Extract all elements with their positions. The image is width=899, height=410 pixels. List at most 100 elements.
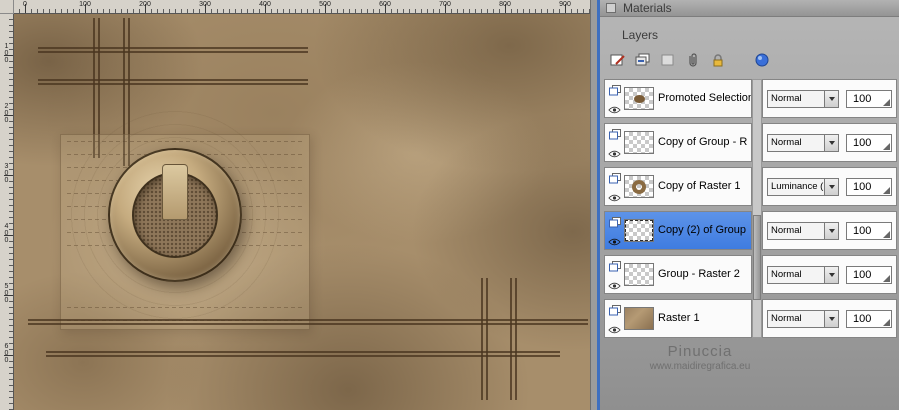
- layer-thumbnail[interactable]: [624, 131, 654, 154]
- ruler-label: 500: [319, 1, 331, 8]
- slider-corner-icon[interactable]: [883, 186, 890, 194]
- layer-thumbnail[interactable]: [624, 175, 654, 198]
- materials-panel-icon: [606, 3, 616, 13]
- layers-panel-header[interactable]: Layers: [600, 26, 899, 43]
- opacity-field[interactable]: 100: [846, 133, 892, 152]
- layer-pages-icon: [608, 83, 621, 101]
- horizontal-ruler: 0 100 200 300 400 500 600 700 800 900: [14, 0, 590, 14]
- layers-toolbar: [600, 47, 899, 73]
- edit-selection-icon[interactable]: [752, 51, 772, 69]
- guide-line-horizontal: [38, 51, 308, 53]
- visibility-eye-icon[interactable]: [608, 101, 621, 119]
- link-layers-icon[interactable]: [683, 51, 703, 69]
- dock-splitter[interactable]: [590, 0, 600, 410]
- vertical-ruler: 100 200 300 400 500 600: [0, 14, 14, 410]
- blend-mode-select[interactable]: Normal: [767, 309, 839, 328]
- slider-corner-icon[interactable]: [883, 142, 890, 150]
- visibility-eye-icon[interactable]: [608, 321, 621, 339]
- ruler-label: 400: [3, 223, 10, 244]
- ruler-label: 300: [3, 163, 10, 184]
- blend-mode-value: Normal: [771, 224, 802, 236]
- blend-mode-value: Normal: [771, 136, 802, 148]
- materials-title: Materials: [623, 1, 672, 15]
- app-window: 0 100 200 300 400 500 600 700 800 900 10…: [0, 0, 899, 410]
- layer-pages-icon: [608, 127, 621, 145]
- opacity-value: 100: [853, 224, 872, 237]
- blend-mode-value: Luminance (L): [771, 180, 824, 192]
- opacity-value: 100: [853, 136, 872, 149]
- layer-thumbnail[interactable]: [624, 219, 654, 242]
- chevron-down-icon[interactable]: [824, 178, 838, 195]
- guide-line-horizontal: [38, 47, 308, 49]
- ruler-label: 200: [139, 1, 151, 8]
- chevron-down-icon[interactable]: [824, 266, 838, 283]
- opacity-field[interactable]: 100: [846, 221, 892, 240]
- visibility-eye-icon[interactable]: [608, 189, 621, 207]
- ruler-label: 900: [559, 1, 571, 8]
- visibility-eye-icon[interactable]: [608, 145, 621, 163]
- ruler-label: 300: [199, 1, 211, 8]
- ring-notch: [162, 164, 188, 220]
- layers-list: Promoted Selection Normal 100 Copy of Gr…: [600, 79, 899, 338]
- ruler-label: 0: [23, 1, 27, 8]
- guide-line-vertical: [510, 278, 512, 400]
- chevron-down-icon[interactable]: [824, 222, 838, 239]
- blend-mode-value: Normal: [771, 312, 802, 324]
- slider-corner-icon[interactable]: [883, 318, 890, 326]
- chevron-down-icon[interactable]: [824, 134, 838, 151]
- ruler-label: 400: [259, 1, 271, 8]
- layer-thumbnail[interactable]: [624, 263, 654, 286]
- layers-title: Layers: [622, 27, 659, 42]
- ring-graphic: [108, 148, 242, 282]
- watermark-name: Pinuccia: [667, 343, 733, 360]
- opacity-field[interactable]: 100: [846, 89, 892, 108]
- ruler-label: 700: [439, 1, 451, 8]
- visibility-eye-icon[interactable]: [608, 277, 621, 295]
- chevron-down-icon[interactable]: [824, 310, 838, 327]
- slider-corner-icon[interactable]: [883, 98, 890, 106]
- layer-name: Raster 1: [658, 312, 700, 324]
- layer-pages-icon: [608, 171, 621, 189]
- layer-thumbnail[interactable]: [624, 87, 654, 110]
- opacity-field[interactable]: 100: [846, 265, 892, 284]
- slider-corner-icon[interactable]: [883, 274, 890, 282]
- ruler-label: 600: [379, 1, 391, 8]
- guide-line-horizontal: [28, 323, 588, 325]
- opacity-field[interactable]: 100: [846, 177, 892, 196]
- lock-transparency-icon[interactable]: [708, 51, 728, 69]
- blend-mode-value: Normal: [771, 92, 802, 104]
- blend-mode-select[interactable]: Normal: [767, 221, 839, 240]
- materials-panel-header[interactable]: Materials: [600, 0, 899, 17]
- watermark-url: www.maidiregrafica.eu: [649, 361, 751, 372]
- visibility-eye-icon[interactable]: [608, 233, 621, 251]
- opacity-value: 100: [853, 180, 872, 193]
- layer-name: Copy of Raster 1: [658, 180, 741, 192]
- image-canvas[interactable]: [14, 14, 590, 410]
- duplicate-layer-icon[interactable]: [633, 51, 653, 69]
- layers-scrollbar[interactable]: [752, 79, 762, 338]
- opacity-field[interactable]: 100: [846, 309, 892, 328]
- layer-pages-icon: [608, 215, 621, 233]
- slider-corner-icon[interactable]: [883, 230, 890, 238]
- layer-thumbnail[interactable]: [624, 307, 654, 330]
- ruler-label: 500: [3, 283, 10, 304]
- blend-mode-select[interactable]: Normal: [767, 265, 839, 284]
- guide-line-horizontal: [38, 83, 308, 85]
- blend-mode-select[interactable]: Normal: [767, 133, 839, 152]
- layer-name: Group - Raster 2: [658, 268, 740, 280]
- scrollbar-thumb[interactable]: [753, 215, 761, 300]
- ruler-label: 600: [3, 343, 10, 364]
- chevron-down-icon[interactable]: [824, 90, 838, 107]
- ruler-label: 100: [3, 43, 10, 64]
- ruler-label: 100: [79, 1, 91, 8]
- guide-line-vertical: [481, 278, 483, 400]
- layer-name: Copy of Group - R: [658, 136, 748, 148]
- blend-mode-select[interactable]: Luminance (L): [767, 177, 839, 196]
- guide-line-horizontal: [38, 79, 308, 81]
- blend-mode-select[interactable]: Normal: [767, 89, 839, 108]
- layer-pages-icon: [608, 259, 621, 277]
- delete-layer-icon[interactable]: [658, 51, 678, 69]
- edit-layer-icon[interactable]: [608, 51, 628, 69]
- layer-name: Promoted Selection: [658, 92, 751, 104]
- guide-line-vertical: [515, 278, 517, 400]
